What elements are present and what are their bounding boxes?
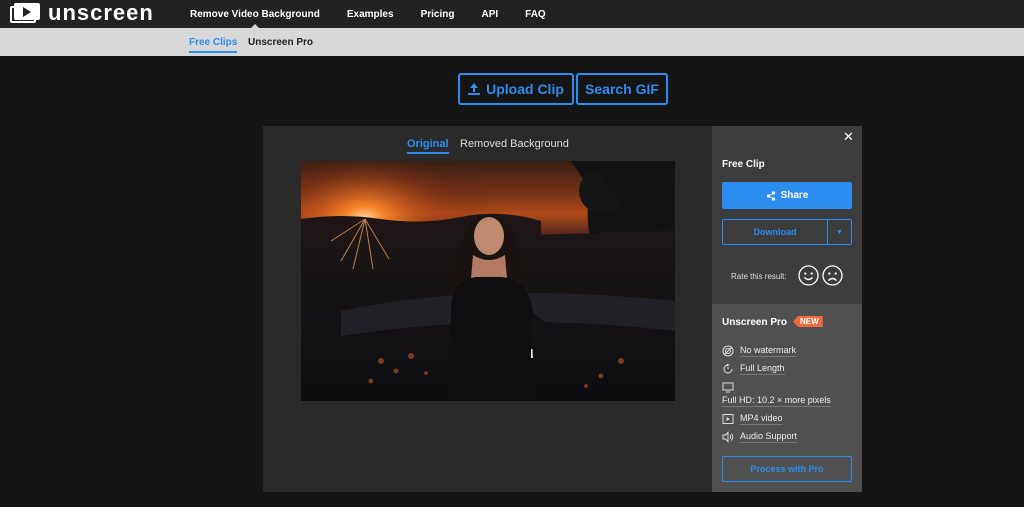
full-length-icon <box>723 363 733 374</box>
feature-mp4-video: MP4 video <box>722 413 783 425</box>
smiley-happy-icon[interactable] <box>798 265 819 286</box>
pro-title: Unscreen Pro <box>722 317 788 328</box>
rate-label: Rate this result: <box>731 272 787 281</box>
play-icon <box>722 414 734 424</box>
feature-label: Full HD: 10.2 × more pixels <box>722 395 831 407</box>
new-badge: NEW <box>793 316 823 327</box>
download-options-button[interactable]: ▼ <box>827 219 852 245</box>
download-label: Download <box>753 227 797 237</box>
free-clip-section: ✕ Free Clip Share Download ▼ Rate this r… <box>712 126 862 304</box>
nav-examples[interactable]: Examples <box>347 9 394 20</box>
sub-nav: Free Clips Unscreen Pro <box>0 28 1024 56</box>
clip-preview-image <box>301 161 675 401</box>
upload-clip-button[interactable]: Upload Clip <box>458 73 574 105</box>
tab-removed-background[interactable]: Removed Background <box>460 138 569 150</box>
nav-pricing[interactable]: Pricing <box>421 9 455 20</box>
side-panel: ✕ Free Clip Share Download ▼ Rate this r… <box>712 126 862 492</box>
feature-no-watermark: No watermark <box>722 345 797 357</box>
process-with-pro-label: Process with Pro <box>750 464 824 474</box>
feature-full-length: Full Length <box>722 363 785 375</box>
nav-faq[interactable]: FAQ <box>525 9 546 20</box>
search-gif-label: Search GIF <box>585 81 659 97</box>
upload-icon <box>468 83 481 95</box>
free-clip-title: Free Clip <box>722 159 765 170</box>
process-with-pro-button[interactable]: Process with Pro <box>722 456 852 482</box>
feature-label: Audio Support <box>740 431 798 443</box>
full-hd-icon <box>722 382 734 393</box>
tab-original[interactable]: Original <box>407 138 449 154</box>
preview-panel: Original Removed Background <box>263 126 712 492</box>
logo-icon <box>10 3 40 23</box>
top-nav: unscreen Remove Video Background Example… <box>0 0 1024 29</box>
share-button[interactable]: Share <box>722 182 852 209</box>
feature-label: MP4 video <box>740 413 783 425</box>
feature-audio-support: Audio Support <box>722 431 798 443</box>
close-icon[interactable]: ✕ <box>843 129 854 145</box>
brand-name: unscreen <box>48 0 154 25</box>
feature-label: Full Length <box>740 363 785 375</box>
chevron-down-icon: ▼ <box>836 228 843 236</box>
subnav-unscreen-pro[interactable]: Unscreen Pro <box>248 37 313 48</box>
upload-clip-label: Upload Clip <box>486 81 564 97</box>
nav-remove-video-background[interactable]: Remove Video Background <box>190 9 320 29</box>
share-label: Share <box>780 190 809 201</box>
no-watermark-icon <box>722 345 734 357</box>
smiley-sad-icon[interactable] <box>822 265 843 286</box>
feature-full-hd: Full HD: 10.2 × more pixels <box>722 381 831 407</box>
brand-logo[interactable]: unscreen <box>10 2 154 24</box>
nav-api[interactable]: API <box>481 9 498 20</box>
speaker-icon <box>722 431 734 443</box>
main-nav: Remove Video Background Examples Pricing… <box>190 0 573 29</box>
feature-label: No watermark <box>740 345 797 357</box>
download-button[interactable]: Download <box>722 219 827 245</box>
share-icon <box>766 190 775 201</box>
search-gif-button[interactable]: Search GIF <box>576 73 668 105</box>
subnav-free-clips[interactable]: Free Clips <box>189 37 238 53</box>
